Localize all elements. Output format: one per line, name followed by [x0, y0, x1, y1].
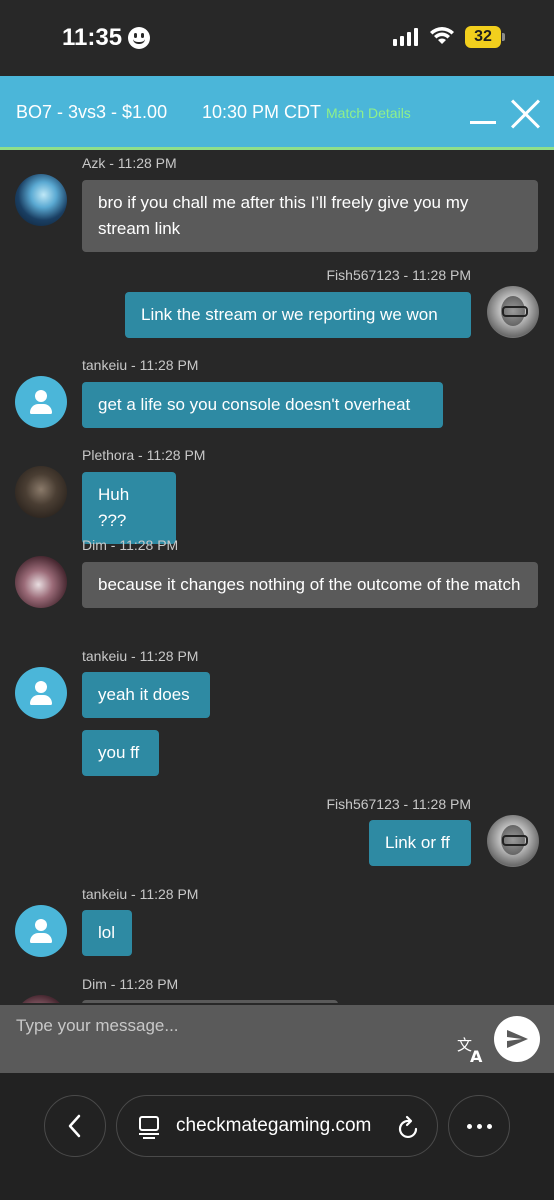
avatar[interactable] [15, 556, 67, 608]
message-meta: Fish567123 - 11:28 PM [326, 267, 472, 283]
message-meta: tankeiu - 11:28 PM [82, 357, 199, 373]
user-icon[interactable] [15, 667, 67, 719]
signal-icon [393, 28, 418, 46]
message-input-bar: Type your message... 文 A [0, 1005, 554, 1073]
message-bubble: Link the stream or we reporting we won [125, 292, 471, 338]
status-time: 11:35 [62, 24, 151, 52]
match-details-link[interactable]: Match Details [326, 105, 411, 121]
smiley-icon [128, 27, 151, 49]
send-button[interactable] [494, 1016, 540, 1062]
avatar[interactable] [487, 815, 539, 867]
message-bubble: bro if you chall me after this I’ll free… [82, 180, 538, 252]
message-meta: tankeiu - 11:28 PM [82, 886, 199, 902]
message-bubble: lol [82, 910, 132, 956]
browser-toolbar: checkmategaming.com [0, 1073, 554, 1200]
message-bubble [82, 1000, 338, 1003]
status-time-text: 11:35 [62, 24, 123, 51]
message-input[interactable]: Type your message... [16, 1016, 179, 1036]
page-icon[interactable] [137, 1115, 161, 1139]
chat-messages[interactable]: Azk - 11:28 PM bro if you chall me after… [0, 153, 554, 1003]
avatar[interactable] [15, 466, 67, 518]
more-icon[interactable] [448, 1095, 510, 1157]
avatar[interactable] [487, 286, 539, 338]
message-meta: Plethora - 11:28 PM [82, 447, 206, 463]
message-bubble: yeah it does [82, 672, 210, 718]
message-bubble: because it changes nothing of the outcom… [82, 562, 538, 608]
battery-tip [502, 33, 505, 41]
message-bubble: Link or ff [369, 820, 471, 866]
svg-text:A: A [470, 1047, 483, 1064]
wifi-icon [430, 27, 454, 44]
avatar[interactable] [15, 995, 67, 1003]
back-icon [68, 1114, 81, 1138]
battery-icon: 32 [465, 26, 501, 48]
url-text: checkmategaming.com [176, 1115, 372, 1136]
match-time: 10:30 PM CDT [202, 102, 322, 122]
status-bar: 11:35 32 [0, 0, 554, 76]
reload-icon[interactable] [397, 1114, 421, 1140]
message-meta: Azk - 11:28 PM [82, 155, 177, 171]
message-bubble: Huh ??? [82, 472, 176, 544]
user-icon[interactable] [15, 905, 67, 957]
translate-icon[interactable]: 文 A [456, 1034, 486, 1064]
send-icon [507, 1030, 528, 1048]
match-title: BO7 - 3vs3 - $1.00 [16, 102, 168, 122]
message-meta: Dim - 11:28 PM [82, 976, 179, 992]
message-meta: Dim - 11:28 PM [82, 537, 179, 553]
minimize-icon[interactable] [470, 121, 496, 124]
close-icon[interactable] [510, 98, 542, 130]
match-header: BO7 - 3vs3 - $1.00 10:30 PM CDT Match De… [0, 76, 554, 150]
message-meta: tankeiu - 11:28 PM [82, 648, 199, 664]
url-bar[interactable]: checkmategaming.com [116, 1095, 438, 1157]
message-meta: Fish567123 - 11:28 PM [326, 796, 472, 812]
battery-level: 32 [474, 28, 492, 45]
message-bubble: you ff [82, 730, 159, 776]
avatar[interactable] [15, 174, 67, 226]
user-icon[interactable] [15, 376, 67, 428]
back-button[interactable] [44, 1095, 106, 1157]
message-bubble: get a life so you console doesn't overhe… [82, 382, 443, 428]
